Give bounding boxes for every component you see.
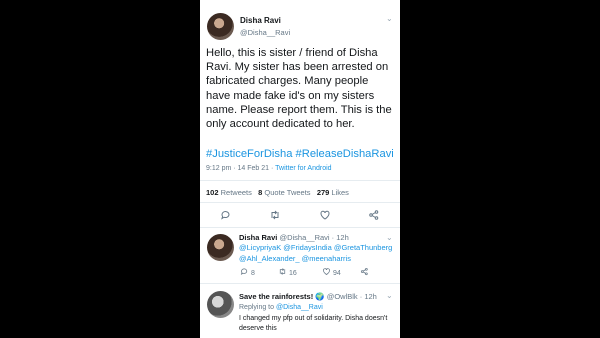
reply-retweets[interactable]: 16 [278, 267, 297, 277]
reply-author[interactable]: Disha Ravi @Disha__Ravi · 12h [239, 233, 349, 242]
reply-retweets-count: 16 [288, 270, 297, 277]
reply-avatar[interactable] [207, 234, 234, 261]
reply-mentions-line2[interactable]: @Ahl_Alexander_ @meenaharris [239, 254, 351, 263]
reply-likes[interactable]: 94 [322, 267, 341, 277]
chevron-down-icon[interactable]: ⌄ [386, 233, 393, 242]
reply-avatar[interactable] [207, 291, 234, 318]
reply-handle-time: @Disha__Ravi · 12h [279, 233, 349, 242]
tweet-text: Hello, this is sister / friend of Disha … [206, 47, 392, 131]
tweet-source[interactable]: Twitter for Android [275, 165, 331, 172]
divider [200, 180, 400, 181]
retweets-count: 102 [206, 188, 219, 197]
quote-count: 8 [258, 188, 263, 197]
like-icon [323, 268, 330, 275]
reply-icon [240, 268, 248, 275]
reply-text: I changed my pfp out of solidarity. Dish… [239, 315, 388, 332]
reply-likes-count: 94 [332, 270, 341, 277]
likes-label: Likes [331, 188, 349, 197]
reply-author[interactable]: Save the rainforests! 🌍 @OwlBlk · 12h [239, 292, 377, 301]
like-icon[interactable] [319, 209, 331, 221]
chevron-down-icon[interactable]: ⌄ [386, 291, 393, 300]
replying-to: Replying to @Disha__Ravi [239, 304, 323, 311]
share-icon[interactable] [360, 267, 369, 276]
author-name[interactable]: Disha Ravi [240, 16, 281, 25]
divider [200, 227, 400, 228]
reply-mentions-line1[interactable]: @LicypriyaK @FridaysIndia @GretaThunberg [239, 243, 392, 252]
reply-author-name: Disha Ravi [239, 233, 278, 242]
reply-icon[interactable] [220, 209, 232, 221]
divider [200, 283, 400, 284]
retweet-icon[interactable] [269, 209, 281, 221]
author-handle[interactable]: @Disha__Ravi [240, 28, 290, 37]
likes-stat[interactable]: 279 Likes [317, 188, 349, 197]
reply-replies[interactable]: 8 [240, 267, 255, 277]
tweet-meta: 9:12 pm · 14 Feb 21 · Twitter for Androi… [206, 165, 332, 172]
retweets-label: Retweets [220, 188, 252, 197]
share-icon[interactable] [368, 209, 380, 221]
tweet-hashtags[interactable]: #JusticeForDisha #ReleaseDishaRavi [206, 148, 400, 160]
reply-handle-time: @OwlBlk · 12h [326, 292, 377, 301]
chevron-down-icon[interactable]: ⌄ [386, 14, 393, 23]
retweet-icon [279, 268, 286, 275]
replying-to-handle[interactable]: @Disha__Ravi [276, 304, 323, 311]
reply-author-name: Save the rainforests! 🌍 [239, 292, 325, 301]
avatar[interactable] [207, 13, 234, 40]
replying-prefix: Replying to [239, 304, 275, 311]
tweet-time: 9:12 pm · 14 Feb 21 · [206, 165, 276, 172]
likes-count: 279 [316, 188, 330, 197]
reply-replies-count: 8 [250, 270, 255, 277]
quotes-stat[interactable]: 8 Quote Tweets [258, 188, 310, 197]
tweet-stats: 102 Retweets 8 Quote Tweets 279 Likes [206, 188, 349, 197]
retweets-stat[interactable]: 102 Retweets [206, 188, 252, 197]
quote-label: Quote Tweets [264, 188, 311, 197]
divider [200, 202, 400, 203]
tweet-screen: Disha Ravi @Disha__Ravi ⌄ Hello, this is… [200, 0, 400, 338]
